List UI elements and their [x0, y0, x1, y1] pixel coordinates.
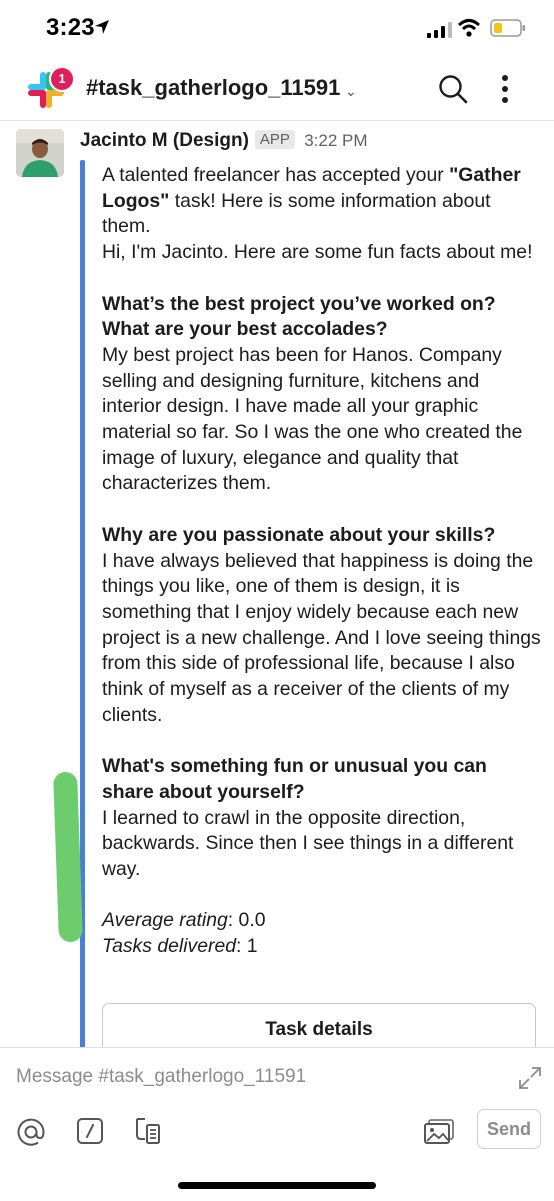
- status-time: 3:23: [46, 14, 95, 41]
- expand-icon[interactable]: [518, 1066, 542, 1090]
- app-tag: APP: [254, 130, 295, 149]
- format-icon[interactable]: [134, 1117, 162, 1147]
- search-icon[interactable]: [438, 74, 468, 104]
- home-indicator[interactable]: [178, 1182, 376, 1189]
- image-icon[interactable]: [422, 1117, 456, 1147]
- avatar[interactable]: [16, 129, 64, 177]
- question-2: Why are you passionate about your skills…: [102, 523, 496, 546]
- chevron-down-icon[interactable]: ⌄: [345, 83, 357, 100]
- answer-1: My best project has been for Hanos. Comp…: [102, 343, 523, 495]
- signal-icon: [427, 22, 452, 38]
- avatar-image: [16, 129, 64, 177]
- channel-name[interactable]: #task_gatherlogo_11591: [86, 75, 340, 101]
- message-composer: Message #task_gatherlogo_11591 Send: [0, 1047, 554, 1201]
- intro-text: A talented freelancer has accepted your …: [102, 164, 521, 238]
- intro-greeting: Hi, I'm Jacinto. Here are some fun facts…: [102, 241, 533, 264]
- mention-icon[interactable]: [16, 1117, 46, 1147]
- unread-badge: 1: [49, 66, 75, 92]
- message-body: A talented freelancer has accepted your …: [102, 163, 542, 960]
- answer-2: I have always believed that happiness is…: [102, 549, 541, 726]
- send-button[interactable]: Send: [477, 1109, 541, 1149]
- location-arrow-icon: [95, 20, 109, 34]
- more-vertical-icon[interactable]: [500, 73, 510, 105]
- tasks-delivered: Tasks delivered: 1: [102, 935, 258, 958]
- average-rating: Average rating: 0.0: [102, 909, 266, 932]
- answer-3: I learned to crawl in the opposite direc…: [102, 806, 514, 880]
- wifi-icon: [457, 19, 481, 37]
- question-1: What’s the best project you’ve worked on…: [102, 292, 496, 341]
- message-input[interactable]: Message #task_gatherlogo_11591: [16, 1066, 306, 1088]
- channel-header: 1 #task_gatherlogo_11591 ⌄: [0, 58, 554, 121]
- slash-command-icon[interactable]: [76, 1117, 104, 1145]
- message-time[interactable]: 3:22 PM: [304, 131, 367, 150]
- message-header: Jacinto M (Design) APP 3:22 PM: [80, 130, 368, 152]
- author-name[interactable]: Jacinto M (Design): [80, 130, 249, 151]
- battery-icon: [490, 19, 525, 37]
- status-bar: 3:23: [0, 0, 554, 58]
- green-highlight-mark: [53, 771, 83, 943]
- question-3: What's something fun or unusual you can …: [102, 755, 487, 803]
